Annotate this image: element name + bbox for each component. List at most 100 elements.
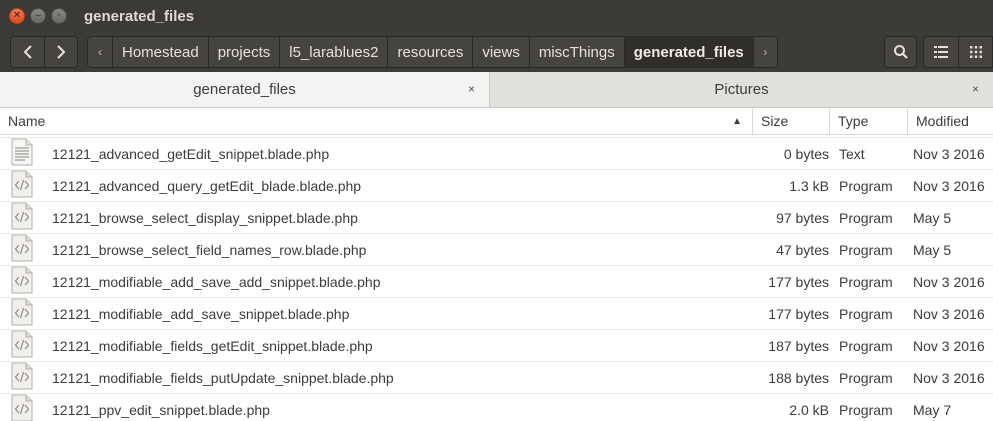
breadcrumb-scroll-right[interactable]: ›: [752, 37, 777, 67]
file-modified: Nov 3 2016: [913, 273, 985, 290]
file-icon-cell: [0, 298, 44, 330]
breadcrumb-views[interactable]: views: [472, 37, 529, 67]
breadcrumb-resources[interactable]: resources: [387, 37, 473, 67]
file-modified: Nov 3 2016: [913, 177, 985, 194]
view-switcher: [923, 36, 993, 68]
close-tab-icon[interactable]: ×: [972, 82, 979, 96]
sort-ascending-icon: ▲: [732, 115, 742, 127]
file-name: 12121_browse_select_field_names_row.blad…: [52, 241, 367, 258]
forward-button[interactable]: [44, 37, 77, 67]
file-modified: May 5: [913, 241, 952, 258]
file-icon-cell: [0, 138, 44, 170]
column-header-size[interactable]: Size: [752, 107, 829, 135]
close-tab-icon[interactable]: ×: [468, 82, 475, 96]
search-icon: [893, 45, 908, 59]
file-modified: Nov 3 2016: [913, 145, 985, 162]
file-size: 47 bytes: [776, 241, 829, 258]
column-header-type[interactable]: Type: [829, 107, 907, 135]
list-item[interactable]: 12121_modifiable_fields_getEdit_snippet.…: [0, 330, 993, 362]
history-nav: [10, 36, 78, 68]
file-type: Program: [839, 209, 893, 226]
list-item[interactable]: 12121_browse_select_display_snippet.blad…: [0, 202, 993, 234]
tab-label: Pictures: [714, 81, 769, 98]
minimize-icon[interactable]: ‒: [30, 8, 46, 24]
file-type: Text: [839, 145, 865, 162]
breadcrumb-l5-larablues2[interactable]: l5_larablues2: [279, 37, 388, 67]
file-name: 12121_modifiable_fields_getEdit_snippet.…: [52, 337, 373, 354]
list-item[interactable]: 12121_advanced_query_getEdit_blade.blade…: [0, 170, 993, 202]
file-size: 0 bytes: [783, 145, 829, 162]
file-type: Program: [839, 177, 893, 194]
file-name: 12121_modifiable_add_save_add_snippet.bl…: [52, 273, 381, 290]
code-file-icon: [11, 362, 33, 393]
file-icon-cell: [0, 362, 44, 394]
file-size: 188 bytes: [768, 369, 829, 386]
file-size: 2.0 kB: [789, 401, 829, 418]
breadcrumb-generated-files[interactable]: generated_files: [623, 37, 753, 67]
list-item[interactable]: 12121_modifiable_add_save_snippet.blade.…: [0, 298, 993, 330]
file-name: 12121_browse_select_display_snippet.blad…: [52, 209, 358, 226]
file-size: 177 bytes: [768, 305, 829, 322]
tab-generated-files[interactable]: generated_files ×: [0, 72, 490, 107]
file-list[interactable]: 12121_advanced_getEdit_snippet.blade.php…: [0, 135, 993, 421]
grid-view-button[interactable]: [958, 37, 992, 67]
back-button[interactable]: [11, 37, 44, 67]
column-header-size-label: Size: [761, 113, 789, 129]
column-header-row: Name ▲ Size Type Modified: [0, 107, 993, 135]
toolbar: ‹ Homestead projects l5_larablues2 resou…: [0, 32, 993, 72]
file-icon-cell: [0, 330, 44, 362]
file-type: Program: [839, 241, 893, 258]
list-item[interactable]: 12121_modifiable_add_save_add_snippet.bl…: [0, 266, 993, 298]
file-name: 12121_advanced_query_getEdit_blade.blade…: [52, 177, 362, 194]
search-button[interactable]: [884, 36, 917, 68]
file-modified: Nov 3 2016: [913, 369, 985, 386]
close-icon[interactable]: ✕: [9, 8, 25, 24]
code-file-icon: [11, 202, 33, 233]
file-type: Program: [839, 401, 893, 418]
file-size: 1.3 kB: [789, 177, 829, 194]
file-modified: Nov 3 2016: [913, 337, 985, 354]
breadcrumb-scroll-left[interactable]: ‹: [88, 37, 112, 67]
column-header-name[interactable]: Name ▲: [0, 108, 752, 135]
window-title: generated_files: [84, 7, 195, 25]
file-modified: Nov 3 2016: [913, 305, 985, 322]
list-item[interactable]: 12121_ppv_edit_snippet.blade.php 2.0 kB …: [0, 394, 993, 421]
list-view-button[interactable]: [924, 37, 958, 67]
list-item[interactable]: 12121_browse_select_field_names_row.blad…: [0, 234, 993, 266]
file-icon-cell: [0, 170, 44, 202]
window-controls: ✕ ‒ ▫: [9, 8, 72, 24]
breadcrumb: ‹ Homestead projects l5_larablues2 resou…: [87, 36, 778, 68]
list-item[interactable]: 12121_modifiable_fields_putUpdate_snippe…: [0, 362, 993, 394]
list-view-icon: [934, 46, 948, 58]
file-type: Program: [839, 305, 893, 322]
breadcrumb-homestead[interactable]: Homestead: [112, 37, 208, 67]
column-header-type-label: Type: [838, 113, 869, 129]
code-file-icon: [11, 170, 33, 201]
file-name: 12121_modifiable_fields_putUpdate_snippe…: [52, 369, 394, 386]
file-name: 12121_advanced_getEdit_snippet.blade.php: [52, 145, 330, 162]
tab-pictures[interactable]: Pictures ×: [490, 72, 993, 107]
column-header-modified[interactable]: Modified: [907, 107, 993, 135]
tab-label: generated_files: [193, 81, 296, 98]
file-icon-cell: [0, 266, 44, 298]
file-size: 187 bytes: [768, 337, 829, 354]
file-size: 97 bytes: [776, 209, 829, 226]
column-header-name-label: Name: [8, 113, 46, 129]
column-header-modified-label: Modified: [916, 113, 969, 129]
toolbar-right: [878, 36, 993, 68]
chevron-left-icon: [23, 45, 32, 59]
title-bar: ✕ ‒ ▫ generated_files: [0, 0, 993, 32]
breadcrumb-miscthings[interactable]: miscThings: [528, 37, 624, 67]
file-type: Program: [839, 369, 893, 386]
list-item[interactable]: 12121_advanced_getEdit_snippet.blade.php…: [0, 138, 993, 170]
grid-view-icon: [969, 46, 982, 58]
file-icon-cell: [0, 234, 44, 266]
breadcrumb-projects[interactable]: projects: [207, 37, 280, 67]
maximize-icon[interactable]: ▫: [51, 8, 67, 24]
tab-bar: generated_files × Pictures ×: [0, 72, 993, 108]
file-type: Program: [839, 273, 893, 290]
code-file-icon: [11, 394, 33, 421]
file-name: 12121_modifiable_add_save_snippet.blade.…: [52, 305, 350, 322]
code-file-icon: [11, 234, 33, 265]
file-type: Program: [839, 337, 893, 354]
